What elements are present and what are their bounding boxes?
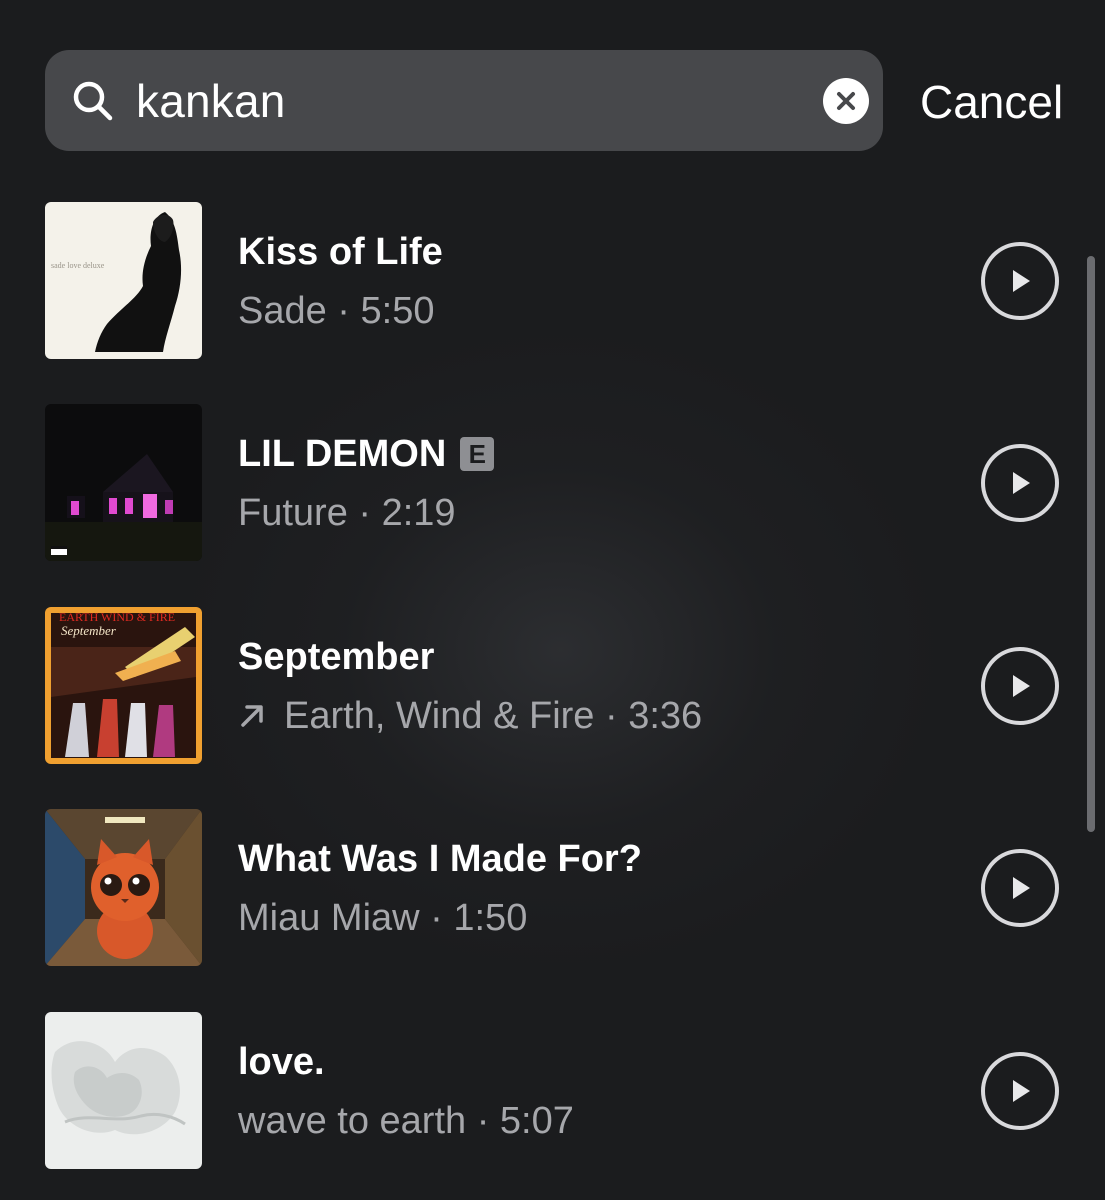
list-item[interactable]: love. wave to earth · 5:07: [0, 1012, 1105, 1170]
list-item[interactable]: sade love deluxe Kiss of Life Sade · 5:5…: [0, 202, 1105, 360]
svg-text:September: September: [61, 623, 117, 638]
cancel-button[interactable]: Cancel: [920, 72, 1063, 132]
track-title-text: LIL DEMON: [238, 433, 447, 475]
trending-arrow-icon: [238, 695, 266, 727]
list-item[interactable]: LIL DEMON E Future · 2:19: [0, 404, 1105, 562]
play-circle-icon: [981, 849, 1059, 927]
scrollbar[interactable]: [1087, 256, 1095, 832]
play-circle-icon: [981, 1052, 1059, 1130]
play-button[interactable]: [980, 848, 1060, 928]
search-input[interactable]: kankan: [136, 72, 286, 130]
explicit-badge: E: [460, 437, 495, 471]
track-subtitle: Sade · 5:50: [238, 290, 435, 332]
track-subtitle-text: Earth, Wind & Fire · 3:36: [284, 695, 703, 737]
album-artwork: [45, 1012, 202, 1169]
search-icon: [72, 80, 114, 122]
play-circle-icon: [981, 242, 1059, 320]
play-circle-icon: [981, 444, 1059, 522]
track-title: LIL DEMON E: [238, 431, 495, 477]
play-button[interactable]: [980, 1051, 1060, 1131]
album-artwork: sade love deluxe: [45, 202, 202, 359]
svg-text:EARTH WIND & FIRE: EARTH WIND & FIRE: [59, 610, 175, 624]
list-item[interactable]: EARTH WIND & FIRE September September Ea…: [0, 607, 1105, 765]
track-subtitle: wave to earth · 5:07: [238, 1100, 574, 1142]
svg-text:sade love deluxe: sade love deluxe: [51, 261, 105, 270]
track-subtitle: Future · 2:19: [238, 492, 456, 534]
play-circle-icon: [981, 647, 1059, 725]
clear-search-button[interactable]: [823, 78, 869, 124]
track-subtitle: Earth, Wind & Fire · 3:36: [238, 693, 702, 739]
play-button[interactable]: [980, 646, 1060, 726]
clear-icon: [837, 92, 855, 110]
track-title: Kiss of Life: [238, 231, 443, 273]
play-button[interactable]: [980, 241, 1060, 321]
list-item[interactable]: What Was I Made For? Miau Miaw · 1:50: [0, 809, 1105, 967]
track-title: September: [238, 636, 435, 678]
album-artwork: [45, 809, 202, 966]
track-title: What Was I Made For?: [238, 838, 642, 880]
album-artwork: [45, 404, 202, 561]
play-button[interactable]: [980, 443, 1060, 523]
track-subtitle: Miau Miaw · 1:50: [238, 897, 528, 939]
track-title: love.: [238, 1041, 325, 1083]
album-artwork: EARTH WIND & FIRE September: [45, 607, 202, 764]
